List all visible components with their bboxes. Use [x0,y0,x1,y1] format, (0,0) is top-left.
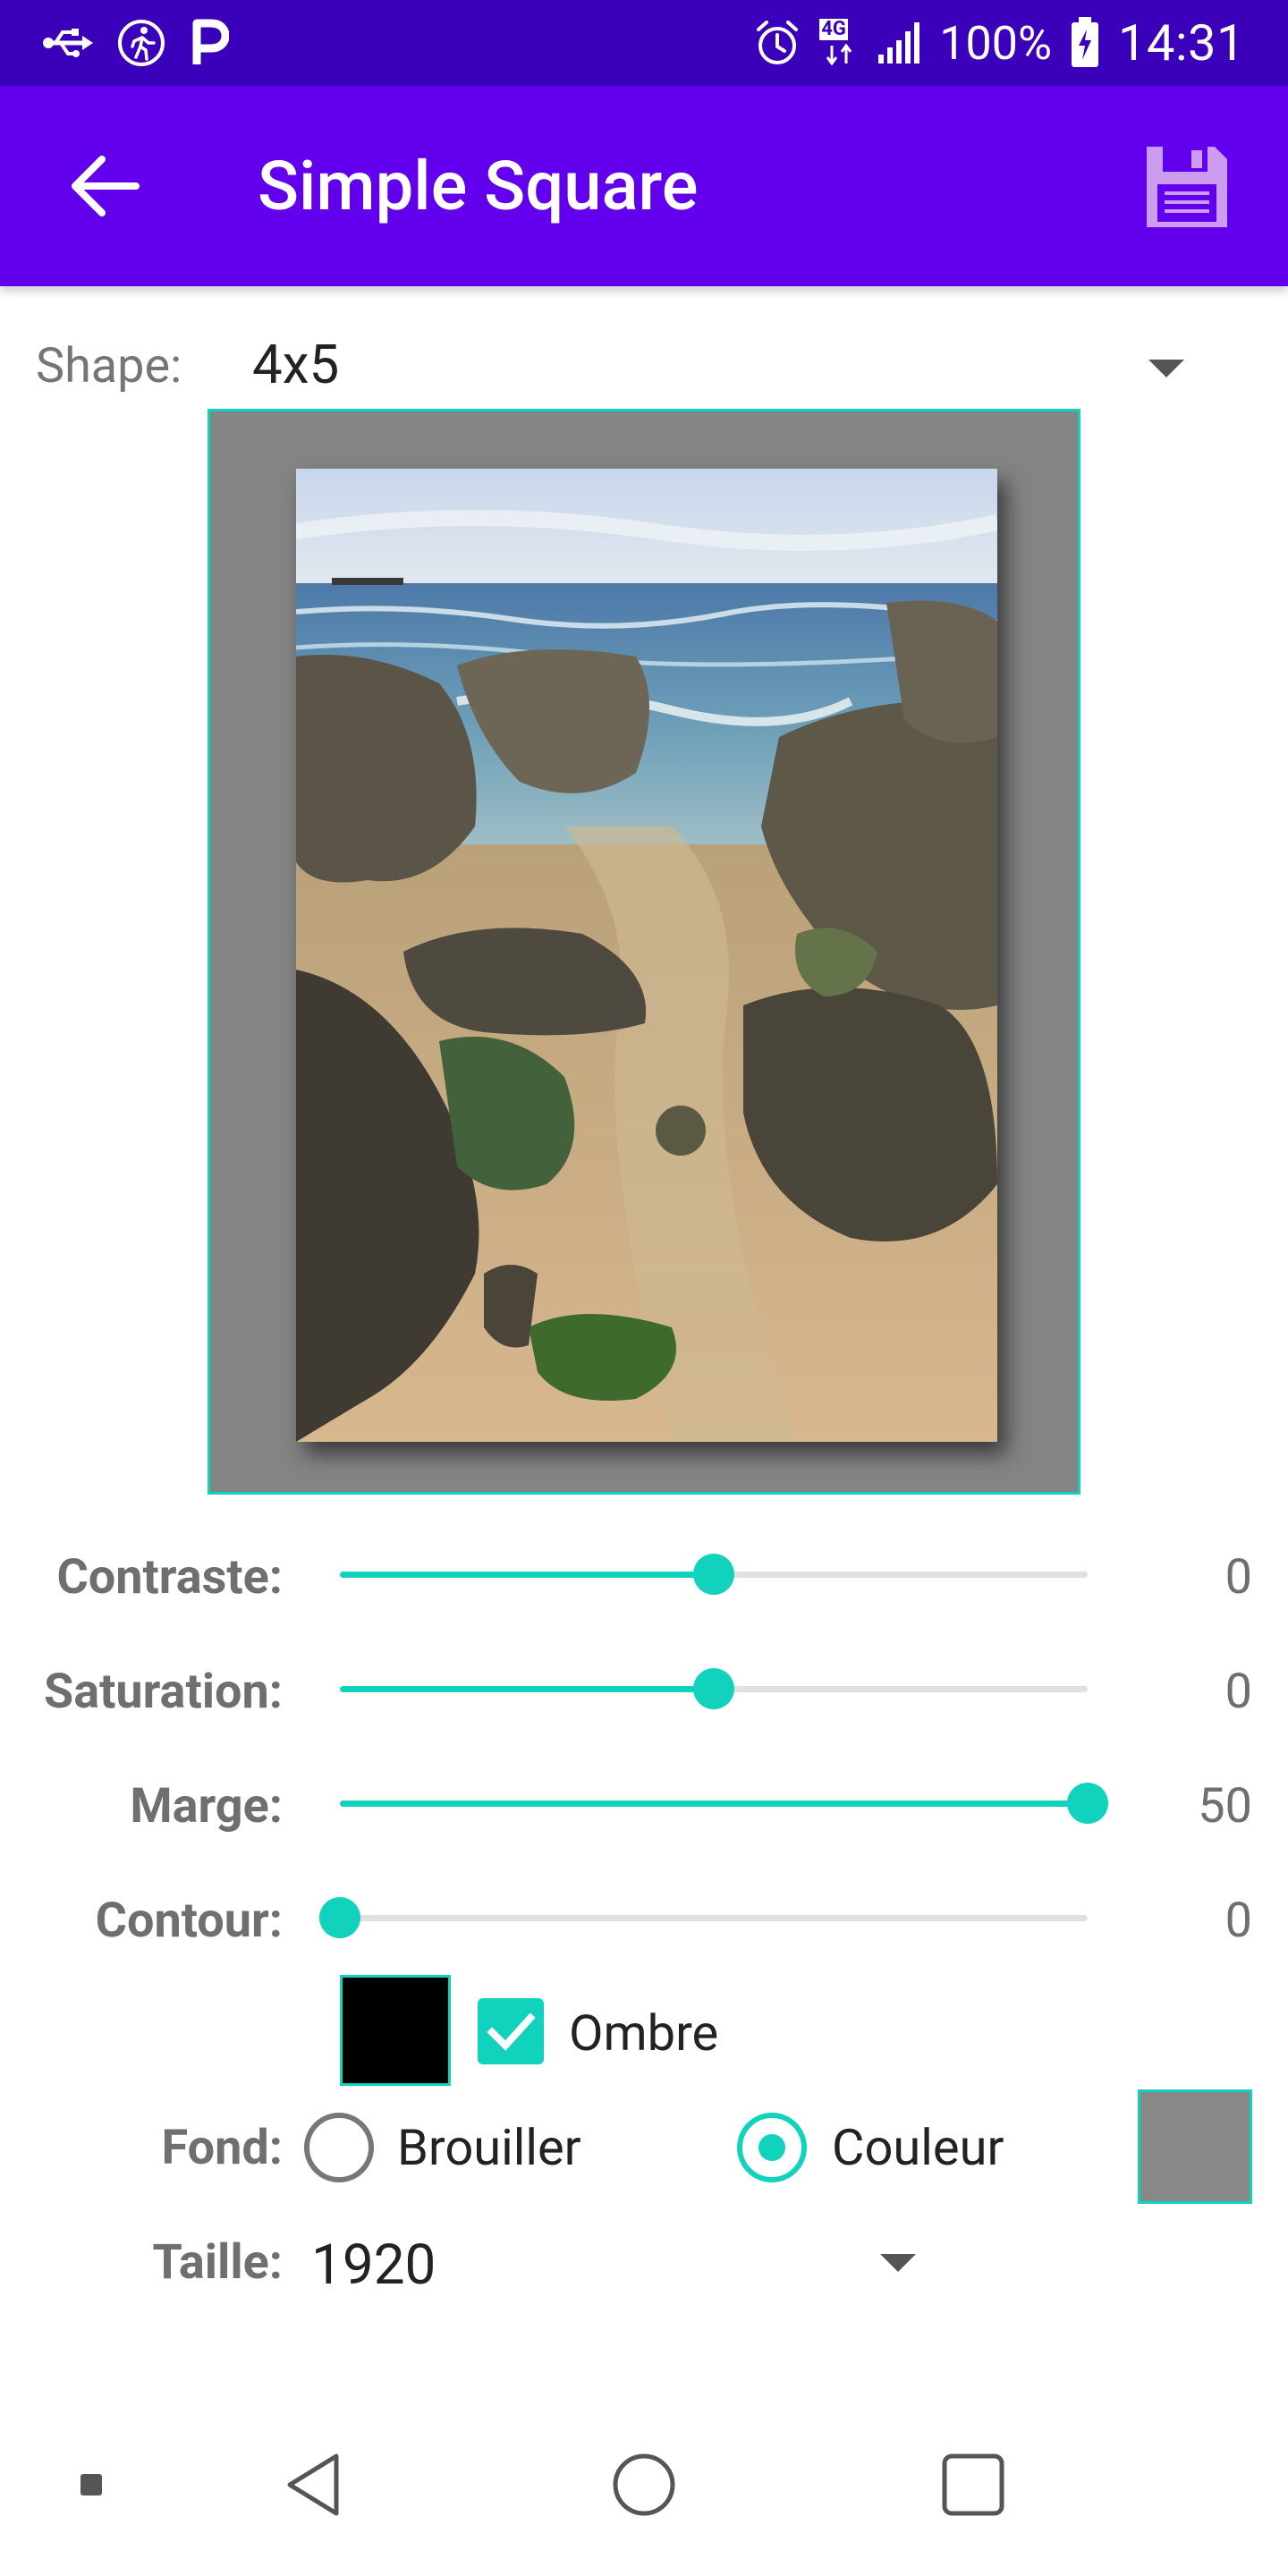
radio-blur[interactable] [304,2113,374,2182]
alarm-icon [757,21,799,64]
contrast-slider-fill [340,1572,714,1578]
slider-label: Contour: [95,1893,283,1949]
radio-selected-dot [758,2134,785,2161]
clock: 14:31 [1118,13,1245,72]
contrast-value: 0 [1224,1549,1252,1606]
network-icon: 4G [819,19,859,67]
signal-icon [878,22,920,64]
status-icons-left [43,18,229,68]
shape-label: Shape: [36,338,182,394]
contrast-slider-thumb[interactable] [693,1554,734,1595]
saturation-value: 0 [1224,1664,1252,1720]
dot-icon[interactable] [80,2474,102,2496]
dropdown-arrow-icon[interactable] [1148,360,1184,377]
check-icon [487,2012,536,2051]
size-label: Taille: [152,2234,283,2291]
contour-slider-thumb[interactable] [319,1897,360,1938]
shadow-checkbox[interactable] [478,1998,544,2064]
arrow-left-icon[interactable] [64,145,147,227]
dropdown-arrow-icon[interactable] [880,2254,916,2272]
running-icon [118,20,165,66]
margin-slider-thumb[interactable] [1067,1783,1108,1824]
home-circle-icon[interactable] [610,2451,678,2519]
radio-color-label[interactable]: Couleur [832,2118,1004,2177]
slider-label: Contraste: [56,1549,283,1606]
parking-icon [192,19,229,64]
margin-value: 50 [1198,1778,1252,1835]
usb-icon [43,29,93,57]
saturation-slider-fill [340,1686,714,1692]
back-triangle-icon[interactable] [283,2451,345,2519]
battery-percent: 100% [939,15,1053,71]
app-bar: Simple Square [0,86,1288,286]
status-icons-right: 4G 100% 14:31 [753,13,1245,73]
contour-slider-track[interactable] [340,1915,1088,1921]
shadow-color-swatch[interactable] [340,1975,451,2086]
margin-slider-fill [340,1801,1088,1807]
image-preview [208,409,1080,1495]
network-type-label: 4G [819,18,848,40]
slider-label: Saturation: [44,1664,283,1720]
shape-select[interactable]: 4x5 [252,333,339,396]
beach-rocks-photo [296,469,997,1442]
radio-blur-label[interactable]: Brouiller [397,2118,581,2177]
navigation-bar [0,2397,1288,2576]
background-label: Fond: [161,2120,283,2176]
radio-color[interactable] [737,2113,807,2182]
saturation-slider-thumb[interactable] [693,1668,734,1709]
recents-square-icon[interactable] [941,2453,1005,2517]
size-select[interactable]: 1920 [311,2233,436,2298]
status-bar: 4G 100% 14:31 [0,0,1288,86]
background-color-swatch[interactable] [1138,2089,1252,2204]
photo [296,469,997,1442]
slider-label: Marge: [130,1778,283,1835]
page-title: Simple Square [258,146,699,226]
save-icon[interactable] [1140,140,1234,234]
battery-icon [1072,17,1099,67]
contour-value: 0 [1224,1893,1252,1949]
shadow-label: Ombre [569,2004,719,2063]
